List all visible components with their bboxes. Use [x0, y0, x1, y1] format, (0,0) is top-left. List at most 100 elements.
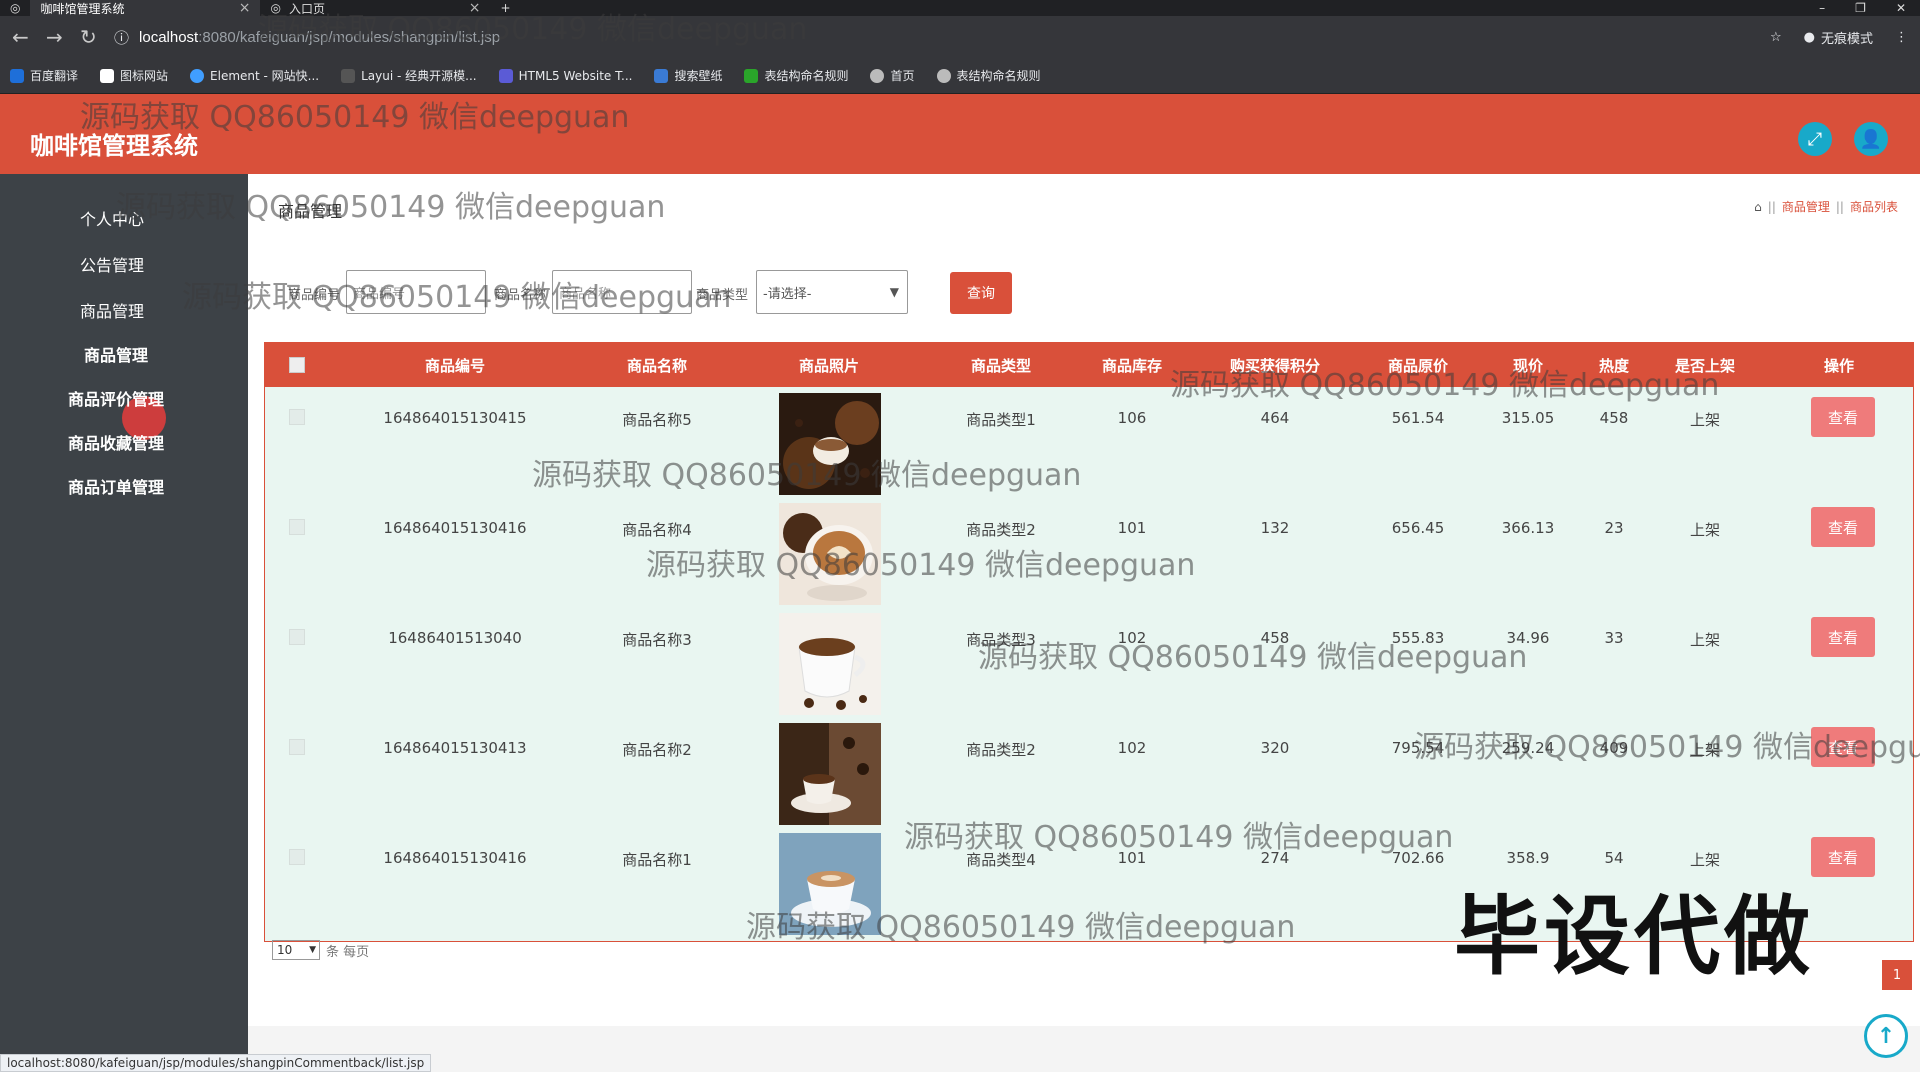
- browser-menu[interactable]: ◎: [0, 0, 30, 16]
- app-header: 咖啡馆管理系统 ⤢ 👤: [0, 94, 1920, 174]
- cell-name: 商品名称3: [622, 631, 692, 649]
- cell-price: 259.24: [1501, 739, 1555, 757]
- search-name-input[interactable]: 商品名称: [552, 270, 692, 314]
- bookmark-item[interactable]: 表结构命名规则: [744, 67, 848, 84]
- search-code-input[interactable]: 商品编号: [346, 270, 486, 314]
- reload-icon[interactable]: ↻: [80, 25, 97, 49]
- cell-status: 上架: [1689, 521, 1721, 539]
- sidebar-item-goods-comments[interactable]: 商品评价管理: [0, 376, 240, 420]
- product-photo: [779, 613, 881, 715]
- view-button[interactable]: 查看: [1811, 617, 1875, 657]
- col-header: 商品原价: [1387, 357, 1449, 375]
- close-tab-icon[interactable]: ×: [469, 0, 481, 16]
- view-button[interactable]: 查看: [1811, 507, 1875, 547]
- view-button[interactable]: 查看: [1811, 727, 1875, 767]
- footer-bar: [248, 1026, 1920, 1072]
- sidebar-item-notices[interactable]: 公告管理: [0, 242, 236, 286]
- table-row: 164864015130415 商品名称5 商品类型1 106 464 561.…: [265, 389, 1913, 499]
- info-icon: ⓘ: [114, 29, 130, 47]
- back-to-top-button[interactable]: ↑: [1864, 1014, 1908, 1058]
- cell-type: 商品类型4: [966, 851, 1036, 869]
- cell-stock: 106: [1117, 409, 1147, 427]
- row-checkbox[interactable]: [289, 629, 305, 645]
- profile-label: 无痕模式: [1820, 31, 1873, 47]
- restore-icon[interactable]: ❐: [1855, 1, 1866, 15]
- pager: 10 ▼ 条 每页: [272, 940, 369, 960]
- view-button[interactable]: 查看: [1811, 837, 1875, 877]
- bookmark-item[interactable]: 图标网站: [100, 67, 168, 84]
- product-photo: [779, 393, 881, 495]
- bookmark-item[interactable]: HTML5 Website T...: [498, 68, 632, 83]
- minimize-icon[interactable]: –: [1819, 1, 1825, 15]
- url-host: localhost: [139, 28, 199, 46]
- html5-icon: [498, 68, 513, 83]
- bookmark-item[interactable]: 搜索壁纸: [654, 67, 722, 84]
- col-header: 是否上架: [1674, 357, 1736, 375]
- cell-price: 366.13: [1501, 519, 1555, 537]
- user-button[interactable]: 👤: [1854, 122, 1888, 156]
- incognito-profile[interactable]: ● 无痕模式: [1804, 28, 1873, 47]
- star-icon[interactable]: ☆: [1770, 30, 1782, 45]
- sidebar: 个人中心 公告管理 商品管理 商品管理 商品评价管理 商品收藏管理 商品订单管理: [0, 174, 248, 1072]
- select-all-checkbox[interactable]: [289, 357, 305, 373]
- more-menu-icon[interactable]: ⋮: [1895, 30, 1908, 45]
- browser-tab-bar: ◎ 咖啡馆管理系统 × ◎ 入口页 × + – ❐ ✕: [0, 0, 1920, 16]
- cell-heat: 409: [1599, 739, 1629, 757]
- url-field[interactable]: ⓘ localhost:8080/kafeiguan/jsp/modules/s…: [114, 27, 500, 48]
- browser-tab-active[interactable]: 咖啡馆管理系统 ×: [30, 0, 261, 16]
- cell-stock: 101: [1117, 519, 1147, 537]
- cell-code: 16486401513040: [388, 629, 522, 647]
- page-size-select[interactable]: 10 ▼: [272, 940, 320, 960]
- home-icon[interactable]: ⌂: [1754, 200, 1762, 214]
- cell-code: 164864015130416: [383, 849, 527, 867]
- cell-price: 315.05: [1501, 409, 1555, 427]
- type-select[interactable]: -请选择- ▼: [756, 270, 908, 314]
- cell-original-price: 795.54: [1391, 739, 1445, 757]
- sidebar-item-goods-group[interactable]: 商品管理: [0, 288, 236, 332]
- bookmark-item[interactable]: 百度翻译: [10, 67, 78, 84]
- back-icon[interactable]: ←: [12, 25, 29, 49]
- breadcrumb-item: 商品列表: [1849, 200, 1898, 214]
- new-tab-button[interactable]: +: [490, 0, 520, 16]
- fullscreen-button[interactable]: ⤢: [1798, 122, 1832, 156]
- sidebar-item-goods-orders[interactable]: 商品订单管理: [0, 464, 240, 508]
- cell-name: 商品名称5: [622, 411, 692, 429]
- bookmark-item[interactable]: Layui - 经典开源模...: [341, 67, 477, 84]
- row-checkbox[interactable]: [289, 519, 305, 535]
- goods-table: 商品编号 商品名称 商品照片 商品类型 商品库存 购买获得积分 商品原价 现价 …: [264, 342, 1914, 942]
- col-header: 商品类型: [970, 357, 1032, 375]
- bookmark-item[interactable]: 首页: [870, 67, 915, 84]
- query-button[interactable]: 查询: [950, 272, 1012, 314]
- browser-tab[interactable]: ◎ 入口页 ×: [260, 0, 490, 16]
- cell-type: 商品类型2: [966, 741, 1036, 759]
- globe-icon: [870, 68, 885, 83]
- page-number-current[interactable]: 1: [1882, 960, 1912, 990]
- chevron-down-icon: ▼: [309, 945, 316, 955]
- close-tab-icon[interactable]: ×: [239, 0, 251, 16]
- cell-heat: 33: [1604, 629, 1624, 647]
- cell-code: 164864015130415: [383, 409, 527, 427]
- tab-label: 入口页: [288, 1, 325, 16]
- close-window-icon[interactable]: ✕: [1896, 1, 1906, 15]
- sidebar-item-personal-center[interactable]: 个人中心: [0, 196, 236, 240]
- bookmark-item[interactable]: Element - 网站快...: [190, 67, 319, 84]
- address-bar: ← → ↻ ⓘ localhost:8080/kafeiguan/jsp/mod…: [0, 16, 1920, 58]
- col-header: 操作: [1823, 357, 1855, 375]
- cell-points: 464: [1260, 409, 1290, 427]
- sidebar-item-goods-favorites[interactable]: 商品收藏管理: [0, 420, 240, 464]
- search-name-label: 商品名称: [494, 288, 547, 303]
- breadcrumb-item[interactable]: 商品管理: [1782, 198, 1830, 215]
- forward-icon[interactable]: →: [46, 25, 63, 49]
- cell-heat: 23: [1604, 519, 1624, 537]
- bookmark-item[interactable]: 表结构命名规则: [936, 67, 1041, 84]
- row-checkbox[interactable]: [289, 739, 305, 755]
- cell-stock: 102: [1117, 739, 1147, 757]
- sidebar-item-goods[interactable]: 商品管理: [0, 332, 240, 376]
- cell-original-price: 555.83: [1391, 629, 1445, 647]
- row-checkbox[interactable]: [289, 849, 305, 865]
- watermark-big: 毕设代做: [1454, 887, 1814, 987]
- cell-points: 132: [1260, 519, 1290, 537]
- view-button[interactable]: 查看: [1811, 397, 1875, 437]
- globe-icon: [936, 68, 951, 83]
- row-checkbox[interactable]: [289, 409, 305, 425]
